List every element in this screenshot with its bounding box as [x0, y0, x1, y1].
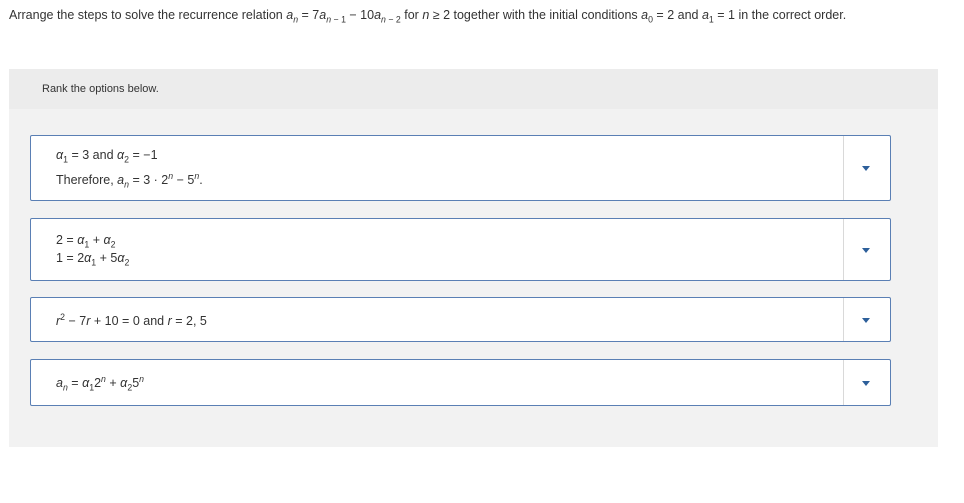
question-part-5: in the correct order.: [735, 8, 847, 22]
rank-instruction: Rank the options below.: [42, 83, 159, 95]
caret-down-icon: [862, 247, 870, 253]
rank-option-3[interactable]: r2 − 7r + 10 = 0 and r = 2, 5: [30, 297, 891, 342]
option-1-dropdown[interactable]: [843, 136, 890, 200]
panel-header: Rank the options below.: [9, 69, 938, 109]
caret-down-icon: [862, 317, 870, 323]
option-3-line-1: r2 − 7r + 10 = 0 and r = 2, 5: [56, 312, 207, 329]
option-2-dropdown[interactable]: [843, 219, 890, 280]
question-text: Arrange the steps to solve the recurrenc…: [9, 8, 847, 25]
rank-option-2[interactable]: 2 = α1 + α2 1 = 2α1 + 5α2: [30, 218, 891, 281]
option-1-line-1: α1 = 3 and α2 = −1: [56, 148, 158, 165]
rank-option-4[interactable]: an = α12n + α25n: [30, 359, 891, 406]
option-2-line-2: 1 = 2α1 + 5α2: [56, 251, 130, 268]
question-part-2: for: [400, 8, 423, 22]
question-part-3: together with the initial conditions: [450, 8, 642, 22]
caret-down-icon: [862, 380, 870, 386]
option-1-line-2: Therefore, an = 3 · 2n − 5n.: [56, 171, 203, 190]
option-4-dropdown[interactable]: [843, 360, 890, 405]
ranking-panel: Rank the options below. α1 = 3 and α2 = …: [9, 69, 938, 447]
option-2-line-1: 2 = α1 + α2: [56, 233, 116, 250]
caret-down-icon: [862, 166, 870, 171]
option-3-dropdown[interactable]: [843, 298, 890, 341]
rank-option-1[interactable]: α1 = 3 and α2 = −1 Therefore, an = 3 · 2…: [30, 135, 891, 201]
question-part-4: and: [674, 8, 702, 22]
question-part-1: Arrange the steps to solve the recurrenc…: [9, 8, 287, 22]
option-4-line-1: an = α12n + α25n: [56, 374, 145, 393]
